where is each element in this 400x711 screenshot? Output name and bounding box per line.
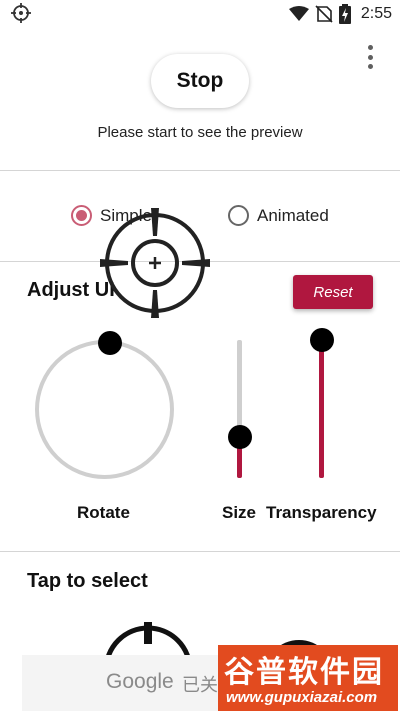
stop-button[interactable]: Stop [151,54,249,108]
radio-label: Animated [257,205,329,225]
preview-hint: Please start to see the preview [97,124,303,141]
rotate-label: Rotate [77,503,130,522]
crosshair-overlay-icon[interactable] [98,206,212,320]
radio-checked-icon [71,205,92,226]
divider [0,551,400,552]
rotate-knob[interactable] [98,331,122,355]
wifi-icon [288,6,309,21]
no-sim-icon [315,5,333,23]
radio-unchecked-icon [228,205,249,226]
more-vert-icon[interactable] [362,44,378,70]
rotate-dial[interactable] [35,340,174,479]
transparency-slider-knob[interactable] [310,328,334,352]
size-label: Size [222,503,257,522]
watermark-text: 谷普软件园 [224,656,384,689]
transparency-label: Transparency [266,503,377,522]
watermark-logo: 谷普软件园 www.gupuxiazai.com [218,645,398,711]
battery-charging-icon [338,4,351,24]
ad-google-logo: Google [106,670,174,693]
transparency-slider-fill [319,340,324,478]
radio-animated[interactable]: Animated [228,205,329,226]
status-bar: 2:55 [0,0,400,28]
ad-closed-text: 已关 [182,675,218,695]
crosshair-icon [11,3,31,23]
size-slider-knob[interactable] [228,424,252,449]
watermark-url: www.gupuxiazai.com [226,689,378,706]
status-icons: 2:55 [288,3,392,25]
status-time: 2:55 [360,5,392,22]
reset-button[interactable]: Reset [293,275,373,309]
select-heading: Tap to select [27,570,148,592]
divider [0,170,400,171]
